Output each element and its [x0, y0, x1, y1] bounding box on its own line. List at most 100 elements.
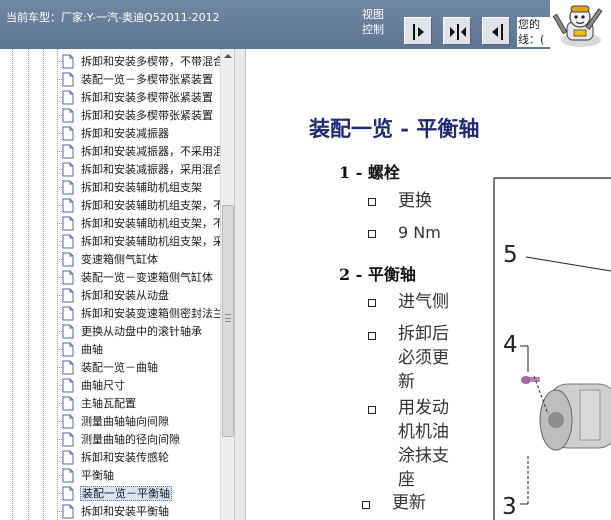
tree-item[interactable]: 拆卸和安装变速箱侧密封法兰 [57, 305, 220, 323]
tree-item-label: 拆卸和安装传感轮 [81, 451, 169, 464]
tree-item-label: 变速箱侧气缸体 [81, 253, 158, 266]
tree-item[interactable]: 曲轴 [57, 341, 220, 359]
tree-item[interactable]: 拆卸和安装减振器，不采用混 [57, 143, 220, 161]
navigation-tree[interactable]: 拆卸和安装多楔带，不带混合 装配一览－多楔带张紧装置 拆卸和安装多楔带张紧装置 拆卸和… [0, 49, 234, 520]
document-icon [62, 342, 74, 357]
tree-item[interactable]: 拆卸和安装辅助机组支架，不 [57, 215, 220, 233]
tree-item-label: 装配一览－曲轴 [81, 361, 158, 374]
tree-item[interactable]: 更换从动盘中的滚针轴承 [57, 323, 220, 341]
list-item: 更换 [398, 191, 432, 211]
tree-item[interactable]: 拆卸和安装多楔带张紧装置 [57, 107, 220, 125]
tree-item-label: 装配一览－平衡轴 [80, 486, 172, 501]
tree-item-label: 拆卸和安装多楔带张紧装置 [81, 109, 213, 122]
callout-3: 3 [502, 494, 517, 520]
tree-item[interactable]: 拆卸和安装辅助机组支架 [57, 179, 220, 197]
tree-item[interactable]: 装配一览－平衡轴 [57, 485, 220, 503]
document-icon [62, 450, 74, 465]
tree-item-label: 拆卸和安装辅助机组支架，采 [81, 235, 220, 248]
document-icon [62, 486, 74, 501]
tree-scrollbar[interactable] [220, 49, 234, 520]
tree-item[interactable]: 拆卸和安装多楔带，不带混合 [57, 53, 220, 71]
tree-item-label: 拆卸和安装辅助机组支架 [81, 181, 202, 194]
tree-item[interactable]: 拆卸和安装平衡轴 [57, 503, 220, 520]
document-icon [62, 108, 74, 123]
tree-item[interactable]: 拆卸和安装从动盘 [57, 287, 220, 305]
tree-item-label: 拆卸和安装多楔带张紧装置 [81, 91, 213, 104]
tree-item[interactable]: 装配一览－变速箱侧气缸体 [57, 269, 220, 287]
list-item: 用发动机机油涂抹支座 [398, 398, 449, 490]
tree-item-label: 测量曲轴的径向间隙 [81, 433, 180, 446]
document-icon [62, 162, 74, 177]
tree-item-label: 平衡轴 [81, 469, 114, 482]
callout-4: 4 [503, 332, 518, 358]
tree-item[interactable]: 拆卸和安装多楔带张紧装置 [57, 89, 220, 107]
tree-item[interactable]: 装配一览－多楔带张紧装置 [57, 71, 220, 89]
tree-item-label: 拆卸和安装减振器 [81, 127, 169, 140]
tree-item[interactable]: 拆卸和安装传感轮 [57, 449, 220, 467]
tree-item[interactable]: 拆卸和安装辅助机组支架，采 [57, 233, 220, 251]
tree-item[interactable]: 平衡轴 [57, 467, 220, 485]
bullet-icon [368, 299, 376, 307]
document-icon [62, 288, 74, 303]
tree-item-label: 拆卸和安装辅助机组支架，不 [81, 217, 220, 230]
bullet-icon [368, 198, 376, 206]
document-icon [62, 378, 74, 393]
document-icon [62, 216, 74, 231]
bolt-part [521, 376, 540, 384]
panel-splitter[interactable] [234, 49, 246, 520]
bullet-icon [368, 332, 376, 340]
tree-item[interactable]: 曲轴尺寸 [57, 377, 220, 395]
document-pane: 装配一览 - 平衡轴 1 - 螺栓 更换 9 Nm 2 - 平衡轴 进气侧 拆卸… [246, 49, 611, 520]
document-icon [62, 306, 74, 321]
tree-item[interactable]: 拆卸和安装辅助机组支架，不 [57, 197, 220, 215]
tree-item[interactable]: 测量曲轴的径向间隙 [57, 431, 220, 449]
show-tree-only-button[interactable] [404, 17, 432, 45]
exploded-view-diagram: 5 4 3 [493, 177, 611, 520]
tree-item[interactable]: 拆卸和安装减振器 [57, 125, 220, 143]
tree-item[interactable]: 拆卸和安装减振器，采用混合 [57, 161, 220, 179]
tree-item-label: 主轴瓦配置 [81, 397, 136, 410]
section-heading: 1 - 螺栓 [339, 163, 400, 182]
tree-guide-line [12, 49, 13, 520]
document-icon [62, 180, 74, 195]
tree-item[interactable]: 测量曲轴轴向间隙 [57, 413, 220, 431]
bullet-icon [368, 406, 376, 414]
document-icon [62, 54, 74, 69]
tree-item-label: 更换从动盘中的滚针轴承 [81, 325, 202, 338]
list-item: 拆卸后必须更新 [398, 324, 449, 392]
tree-item-label: 曲轴 [81, 343, 103, 356]
tree-item-label: 测量曲轴轴向间隙 [81, 415, 169, 428]
tree-item-label: 拆卸和安装从动盘 [81, 289, 169, 302]
tree-item[interactable]: 主轴瓦配置 [57, 395, 220, 413]
document-icon [62, 144, 74, 159]
tree-guide-line [43, 49, 44, 520]
document-icon [62, 270, 74, 285]
document-icon [62, 504, 74, 519]
header-bar: 当前车型：厂家:Y-一汽-奥迪Q52011-2012 视图控制 您的线：( [0, 0, 611, 49]
bullet-icon [368, 230, 376, 238]
tree-item[interactable]: 装配一览－曲轴 [57, 359, 220, 377]
current-vehicle-label: 当前车型：厂家:Y-一汽-奥迪Q52011-2012 [6, 11, 220, 24]
scrollbar-thumb[interactable] [222, 205, 234, 437]
document-icon [62, 324, 74, 339]
callout-5: 5 [503, 242, 518, 268]
tree-item-label: 拆卸和安装多楔带，不带混合 [81, 55, 220, 68]
section-heading: 2 - 平衡轴 [339, 265, 416, 284]
document-icon [62, 90, 74, 105]
list-item: 9 Nm [398, 223, 441, 242]
document-icon [62, 234, 74, 249]
show-both-panels-button[interactable] [443, 17, 471, 45]
list-item: 更新 [392, 493, 426, 513]
tree-list: 拆卸和安装多楔带，不带混合 装配一览－多楔带张紧装置 拆卸和安装多楔带张紧装置 拆卸和… [0, 49, 220, 520]
mascot-logo [550, 0, 611, 49]
document-icon [62, 396, 74, 411]
document-icon [62, 468, 74, 483]
scrollbar-grip-icon [225, 314, 231, 322]
show-content-only-button[interactable] [482, 17, 510, 45]
document-icon [62, 432, 74, 447]
document-icon [62, 360, 74, 375]
document-icon [62, 198, 74, 213]
scroll-up-arrow-icon[interactable] [222, 50, 234, 62]
tree-item[interactable]: 变速箱侧气缸体 [57, 251, 220, 269]
tree-item-label: 拆卸和安装减振器，不采用混 [81, 145, 220, 158]
